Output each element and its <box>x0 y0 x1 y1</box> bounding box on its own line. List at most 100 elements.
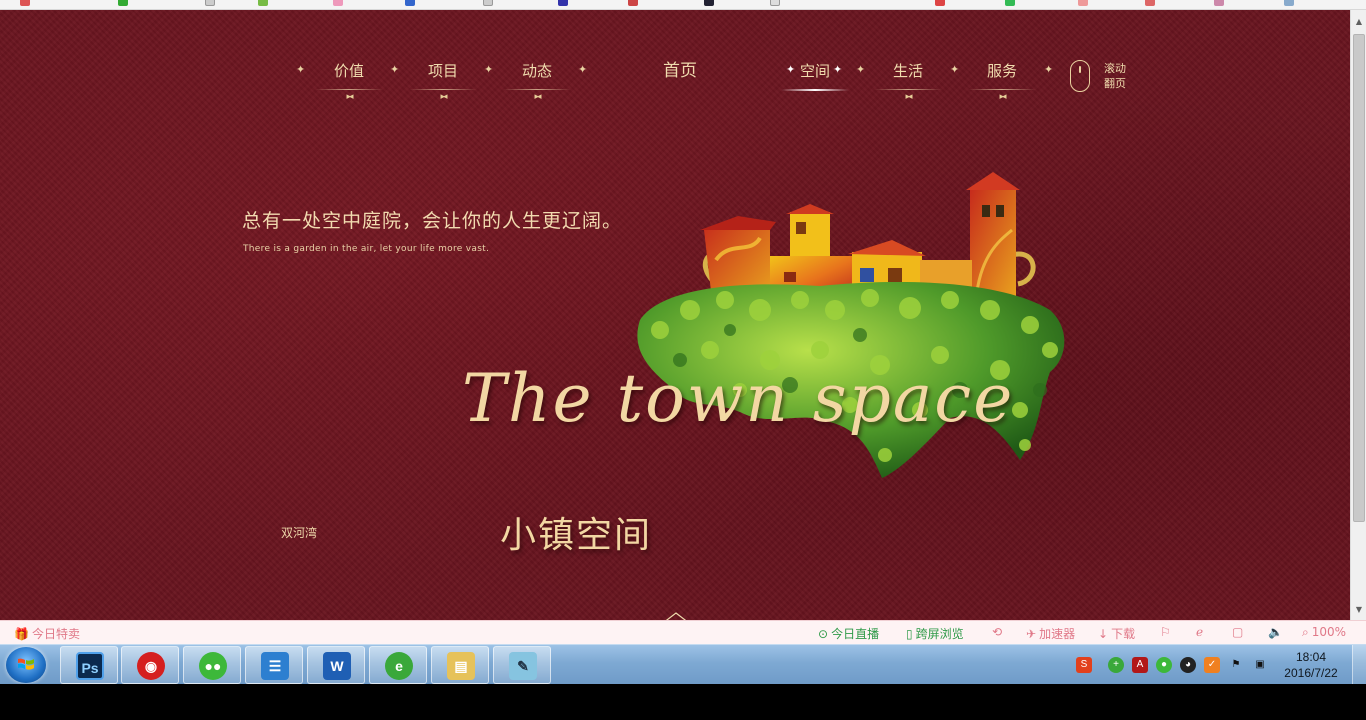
scroll-hint: 滚动 翻页 <box>1070 60 1140 94</box>
favorite-item[interactable] <box>205 0 218 8</box>
folder-icon: ▤ <box>447 652 475 680</box>
window-icon[interactable]: ▢ <box>1232 625 1243 639</box>
scroll-hint-line2: 翻页 <box>1104 77 1126 90</box>
netease-music-icon: ◉ <box>137 652 165 680</box>
favorite-item[interactable] <box>935 0 948 8</box>
daily-deals-link[interactable]: 🎁 今日特卖 <box>14 625 80 642</box>
favorite-item[interactable] <box>333 0 346 8</box>
tagline-chinese: 总有一处空中庭院，会让你的人生更辽阔。 <box>242 210 623 232</box>
screen-bottom-border <box>0 684 1366 720</box>
flag-status-icon[interactable]: ⚐ <box>1160 625 1171 639</box>
action-center-flag-icon[interactable]: ⚑ <box>1228 657 1244 673</box>
taskbar-photoshop[interactable]: Ps <box>60 646 118 684</box>
scroll-up-arrow-icon[interactable]: ▲ <box>1351 14 1366 30</box>
zoom-label: 100% <box>1311 625 1347 639</box>
taskbar-netease-music[interactable]: ◉ <box>121 646 179 684</box>
nav-item-news[interactable]: 动态 ▸◂ <box>497 60 577 102</box>
phone-icon: ▯ <box>906 627 913 641</box>
nav-item-space[interactable]: 空间 <box>775 60 855 95</box>
nav-ornament-icon: ▸◂ <box>497 85 577 102</box>
plus-green-icon[interactable]: + <box>1108 657 1124 673</box>
scroll-hint-line1: 滚动 <box>1104 62 1126 75</box>
adobe-icon[interactable]: A <box>1132 657 1148 673</box>
nav-star-icon: ✦ <box>484 63 494 76</box>
word-icon: W <box>323 652 351 680</box>
show-desktop-button[interactable] <box>1352 645 1366 685</box>
nav-star-icon: ✦ <box>856 63 866 76</box>
chat-bubble-icon: ☰ <box>261 652 289 680</box>
accelerator-label: 加速器 <box>1039 627 1076 641</box>
nav-star-icon: ✦ <box>296 63 306 76</box>
nav-item-project[interactable]: 项目 ▸◂ <box>403 60 483 102</box>
favorite-item[interactable] <box>1078 0 1091 8</box>
favorite-item[interactable] <box>770 0 783 8</box>
nav-item-service[interactable]: 服务 ▸◂ <box>962 60 1042 102</box>
town-illustration <box>637 172 1065 478</box>
live-link[interactable]: ⊙ 今日直播 <box>818 625 879 642</box>
mouse-icon <box>1070 60 1090 92</box>
scrollbar-thumb[interactable] <box>1353 34 1365 522</box>
nav-label: 服务 <box>986 62 1017 80</box>
volume-icon[interactable]: 🔈 <box>1268 625 1283 639</box>
browser-e-icon[interactable]: ℯ <box>1196 625 1203 639</box>
taskbar-wechat[interactable]: ●● <box>183 646 241 684</box>
favorite-item[interactable] <box>628 0 641 8</box>
vertical-scrollbar[interactable]: ▲ ▼ <box>1350 10 1366 620</box>
tagline-english: There is a garden in the air, let your l… <box>243 244 490 254</box>
play-icon: ⊙ <box>818 627 829 641</box>
nav-ornament-icon: ▸◂ <box>962 85 1042 102</box>
start-button[interactable] <box>6 647 46 683</box>
favorite-item[interactable] <box>20 0 33 8</box>
nav-active-underline <box>775 85 855 95</box>
favorite-item[interactable] <box>1005 0 1018 8</box>
nav-home-link[interactable]: 首页 <box>648 56 712 81</box>
clock-time: 18:04 <box>1295 650 1327 664</box>
favorites-bar <box>0 0 1366 10</box>
notepad-icon: ✎ <box>509 652 537 680</box>
favorite-item[interactable] <box>704 0 717 8</box>
script-title: The town space <box>462 360 1015 437</box>
wechat-icon: ●● <box>199 652 227 680</box>
shield-icon[interactable]: ✓ <box>1204 657 1220 673</box>
scroll-down-icon[interactable]: ▼ <box>1351 602 1366 618</box>
taskbar-clock[interactable]: 18:04 2016/7/22 <box>1278 649 1344 681</box>
zoom-control[interactable]: ⌕ 100% <box>1302 625 1346 640</box>
nav-ornament-icon: ▸◂ <box>868 85 948 102</box>
favorite-item[interactable] <box>405 0 418 8</box>
rocket-icon: ✈ <box>1026 627 1037 641</box>
browser-e-green-icon: e <box>385 652 413 680</box>
network-icon[interactable]: ▣ <box>1252 657 1268 673</box>
browser-statusbar: 🎁 今日特卖 ⊙ 今日直播 ▯ 跨屏浏览 ⟲ ✈ 加速器 ↓ 下载 ⚐ ℯ ▢ 🔈 ⌕ 10… <box>0 620 1366 644</box>
favorite-item[interactable] <box>258 0 271 8</box>
download-link[interactable]: ↓ 下载 <box>1098 625 1135 642</box>
nav-label: 生活 <box>892 62 923 80</box>
scroll-down-arrow-icon[interactable] <box>662 610 690 620</box>
favorite-item[interactable] <box>483 0 496 8</box>
favorite-item[interactable] <box>1145 0 1158 8</box>
favorite-item[interactable] <box>118 0 131 8</box>
taskbar-word[interactable]: W <box>307 646 365 684</box>
windows-taskbar: Ps ◉ ●● ☰ W e ▤ ✎ S + A ● ◕ ✓ ⚑ ▣ 18:04 … <box>0 644 1366 685</box>
place-name: 双河湾 <box>281 526 318 540</box>
nav-label: 空间 <box>799 62 830 80</box>
taskbar-browser[interactable]: e <box>369 646 427 684</box>
taskbar-messenger[interactable]: ☰ <box>245 646 303 684</box>
wechat-tray-icon[interactable]: ● <box>1156 657 1172 673</box>
sogou-input-icon[interactable]: S <box>1076 657 1092 673</box>
nav-item-value[interactable]: 价值 ▸◂ <box>309 60 389 102</box>
taskbar-notes[interactable]: ✎ <box>493 646 551 684</box>
nav-star-icon: ✦ <box>1044 63 1054 76</box>
magnifier-icon: ⌕ <box>1302 625 1309 639</box>
qq-icon[interactable]: ◕ <box>1180 657 1196 673</box>
nav-label: 项目 <box>427 62 458 80</box>
refresh-status-icon[interactable]: ⟲ <box>992 625 1002 639</box>
nav-star-icon: ✦ <box>950 63 960 76</box>
nav-item-life[interactable]: 生活 ▸◂ <box>868 60 948 102</box>
taskbar-explorer[interactable]: ▤ <box>431 646 489 684</box>
accelerator-link[interactable]: ✈ 加速器 <box>1026 625 1075 642</box>
favorite-item[interactable] <box>558 0 571 8</box>
favorite-item[interactable] <box>1214 0 1227 8</box>
photoshop-icon: Ps <box>76 652 104 680</box>
favorite-item[interactable] <box>1284 0 1297 8</box>
cross-screen-link[interactable]: ▯ 跨屏浏览 <box>906 625 964 642</box>
